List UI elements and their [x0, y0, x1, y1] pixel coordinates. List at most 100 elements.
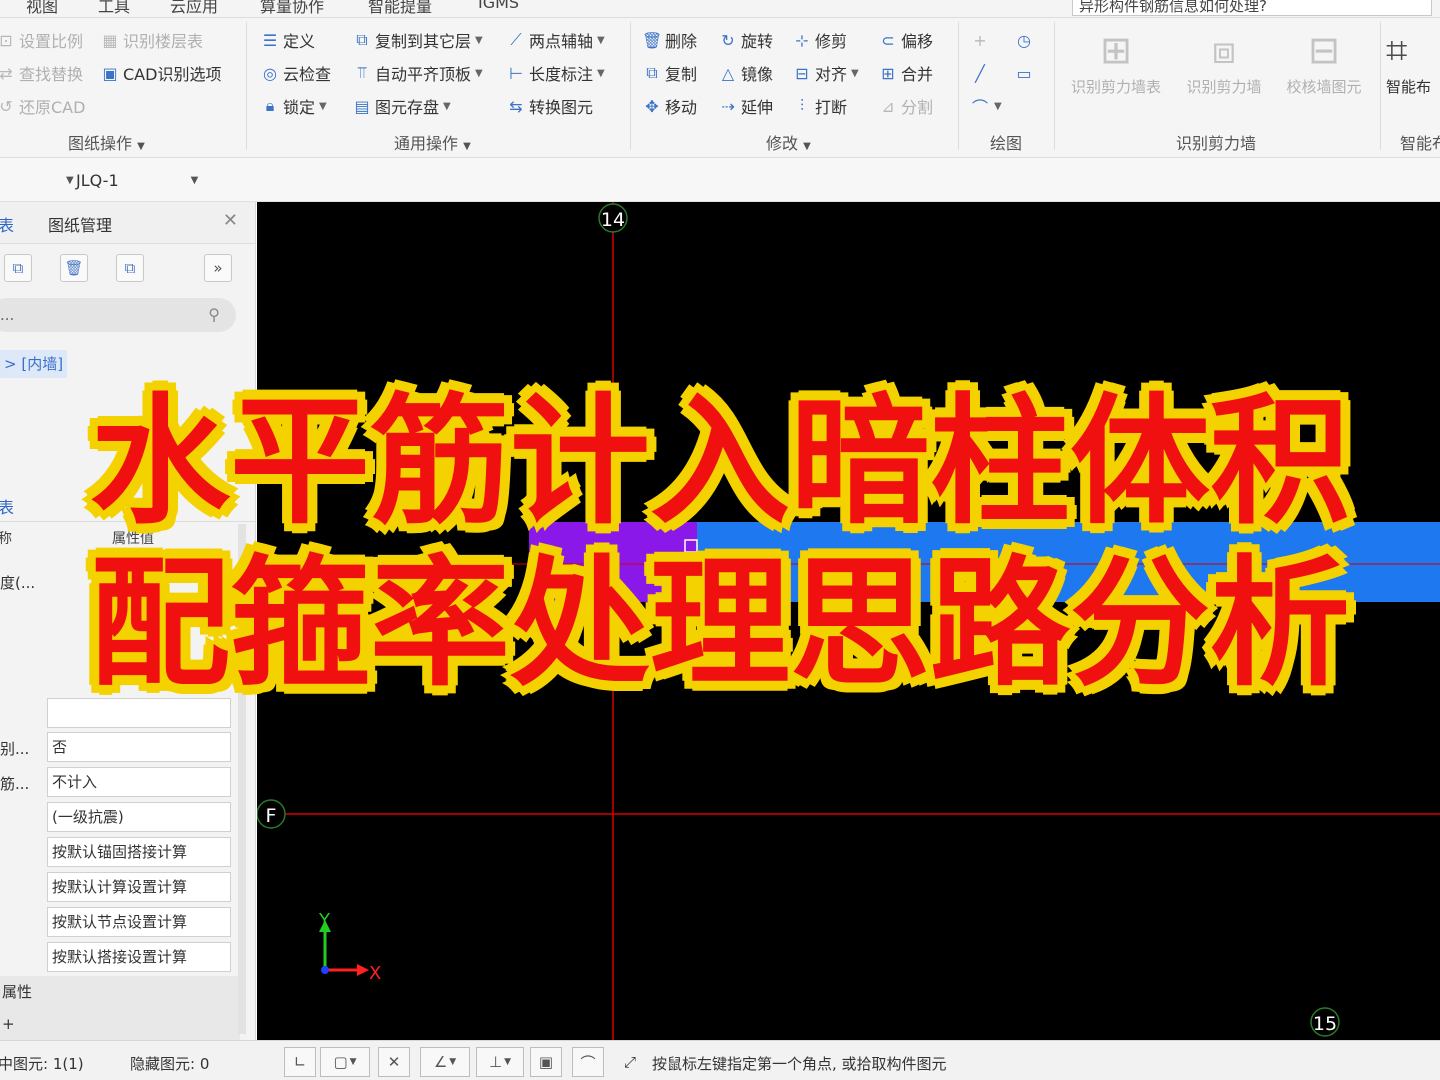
- ribbon-divider: [1380, 22, 1381, 150]
- line-icon: ╱: [975, 63, 985, 83]
- ribbon-divider: [958, 22, 959, 150]
- restore-cad-button[interactable]: ↺ 还原CAD: [0, 94, 85, 118]
- find-replace-button[interactable]: ⇄ 查找替换: [0, 61, 83, 85]
- element-save-button[interactable]: ▤ 图元存盘 ▼: [352, 94, 450, 118]
- column-end-element[interactable]: [613, 522, 697, 602]
- wall-identify-icon: ⧈: [1211, 28, 1237, 72]
- close-icon[interactable]: ✕: [223, 492, 238, 513]
- move-button[interactable]: ✥ 移动: [642, 94, 697, 118]
- point-draw-button[interactable]: +: [970, 28, 990, 52]
- break-button[interactable]: ⫶ 打断: [792, 94, 847, 118]
- scrollbar[interactable]: [238, 524, 246, 1034]
- offset-button[interactable]: ⊂ 偏移: [878, 28, 933, 52]
- property-row[interactable]: 按默认节点设置计算: [0, 905, 240, 939]
- replace-icon: ⇄: [0, 63, 13, 83]
- split-icon: ⊿: [881, 96, 895, 116]
- search-icon: ⚲: [208, 305, 220, 324]
- angle-snap-icon[interactable]: ∠ ▼: [420, 1047, 470, 1077]
- status-bar: 中图元: 1(1) 隐藏图元: 0 ∟ ▢ ▼ ✕ ∠ ▼ ⊥ ▼ ▣ ⌒ ⤢ 按鼠标…: [0, 1040, 1440, 1080]
- align-button[interactable]: ⊟ 对齐 ▼: [792, 61, 858, 85]
- ribbon-divider: [630, 22, 631, 150]
- group-label-drawing-ops[interactable]: 图纸操作 ▼: [68, 130, 145, 154]
- property-row[interactable]: 别... 否: [0, 730, 240, 764]
- element-search-input[interactable]: ... ⚲: [0, 298, 236, 332]
- property-row[interactable]: 按默认搭接设置计算: [0, 940, 240, 974]
- circle-draw-button[interactable]: ◷: [1014, 28, 1034, 52]
- identify-wall-button[interactable]: ⧈ 识别剪力墙: [1176, 24, 1272, 97]
- ortho-toggle-icon[interactable]: ∟: [284, 1047, 316, 1077]
- help-search-input[interactable]: 异形构件钢筋信息如何处理?: [1072, 0, 1432, 16]
- mirror-icon: △: [721, 63, 735, 83]
- cloud-check-button[interactable]: ◎ 云检查: [260, 61, 331, 85]
- menu-igms[interactable]: IGMS: [478, 0, 519, 12]
- section-attributes[interactable]: 属性: [0, 976, 240, 1008]
- group-label-general-ops[interactable]: 通用操作 ▼: [394, 130, 471, 154]
- cross-select-icon[interactable]: ✕: [378, 1047, 410, 1077]
- more-icon[interactable]: »: [204, 254, 232, 282]
- tab-element-list[interactable]: 表: [0, 212, 14, 236]
- tab-properties[interactable]: 表: [0, 494, 14, 518]
- menu-cloud[interactable]: 云应用: [170, 0, 218, 17]
- copy-icon[interactable]: ⧉: [116, 254, 144, 282]
- define-button[interactable]: ☰ 定义: [260, 28, 315, 52]
- copy-button[interactable]: ⧉ 复制: [642, 61, 697, 85]
- cad-options-button[interactable]: ▣ CAD识别选项: [100, 61, 221, 85]
- section-more[interactable]: +: [0, 1008, 240, 1040]
- copy-to-floor-button[interactable]: ⧉ 复制到其它层 ▼: [352, 28, 482, 52]
- property-row[interactable]: (一级抗震): [0, 800, 240, 834]
- smart-layout-button[interactable]: ⌗ 智能布: [1386, 24, 1440, 97]
- auto-flush-top-button[interactable]: ⫪ 自动平齐顶板 ▼: [352, 61, 482, 85]
- chevron-down-icon: ▼: [66, 174, 74, 186]
- element-name-dropdown[interactable]: JLQ-1 ▼: [76, 168, 198, 192]
- identify-floors-button[interactable]: ▦ 识别楼层表: [100, 28, 203, 52]
- ribbon: ⊡ 设置比例 ▦ 识别楼层表 ⇄ 查找替换 ▣ CAD识别选项 ↺ 还原CAD 图纸操作 …: [0, 18, 1440, 158]
- element-type-dropdown[interactable]: ▼: [56, 168, 74, 192]
- split-button[interactable]: ⊿ 分割: [878, 94, 933, 118]
- drawing-canvas[interactable]: 14 F 15 X Y: [257, 202, 1440, 1040]
- new-element-icon[interactable]: ⧉: [4, 254, 32, 282]
- group-label-modify[interactable]: 修改 ▼: [766, 130, 811, 154]
- close-icon[interactable]: ✕: [223, 210, 238, 231]
- set-scale-button[interactable]: ⊡ 设置比例: [0, 28, 83, 52]
- rotate-button[interactable]: ↻ 旋转: [718, 28, 773, 52]
- length-dim-button[interactable]: ⊢ 长度标注 ▼: [506, 61, 605, 85]
- extend-button[interactable]: ⇢ 延伸: [718, 94, 773, 118]
- check-wall-icon: ⊟: [1308, 28, 1340, 72]
- property-row[interactable]: [0, 696, 240, 730]
- restore-icon: ↺: [0, 96, 13, 116]
- arc-toggle-icon[interactable]: ⌒: [572, 1047, 604, 1077]
- hidden-column-element[interactable]: [529, 522, 613, 602]
- trim-button[interactable]: ⊹ 修剪: [792, 28, 847, 52]
- dimension-snap-icon[interactable]: ⊥ ▼: [476, 1047, 524, 1077]
- property-row[interactable]: 按默认计算设置计算: [0, 870, 240, 904]
- delete-button[interactable]: 🗑︎ 删除: [642, 28, 697, 52]
- tab-drawing-management[interactable]: 图纸管理: [48, 212, 112, 236]
- ucs-x-label: X: [369, 963, 381, 984]
- shear-wall-element[interactable]: [613, 522, 1440, 602]
- merge-button[interactable]: ⊞ 合并: [878, 61, 933, 85]
- check-wall-button[interactable]: ⊟ 校核墙图元: [1276, 24, 1372, 97]
- two-point-axis-button[interactable]: ⟋ 两点辅轴 ▼: [506, 28, 604, 52]
- menu-tools[interactable]: 工具: [98, 0, 130, 17]
- property-row[interactable]: 按默认锚固搭接计算: [0, 835, 240, 869]
- rect-draw-button[interactable]: ▭: [1014, 61, 1034, 85]
- menu-view[interactable]: 视图: [26, 0, 58, 17]
- display-toggle-icon[interactable]: ▣: [530, 1047, 562, 1077]
- identify-wall-table-button[interactable]: ⊞ 识别剪力墙表: [1068, 24, 1164, 97]
- line-draw-button[interactable]: ╱: [970, 61, 990, 85]
- menu-collab[interactable]: 算量协作: [260, 0, 324, 17]
- select-box-icon[interactable]: ▢ ▼: [320, 1047, 370, 1077]
- tree-item-inner-wall[interactable]: > [内墙]: [0, 350, 68, 378]
- arc-draw-button[interactable]: ⌒ ▼: [970, 94, 1002, 118]
- group-label-smart-layout: 智能布: [1400, 134, 1440, 153]
- convert-element-button[interactable]: ⇆ 转换图元: [506, 94, 593, 118]
- axis-label-14: 14: [601, 209, 625, 231]
- mirror-button[interactable]: △ 镜像: [718, 61, 773, 85]
- lock-button[interactable]: 🔒︎ 锁定 ▼: [260, 94, 327, 118]
- property-row[interactable]: 度(...: [0, 564, 240, 598]
- menu-smart-quantity[interactable]: 智能提量: [368, 0, 432, 17]
- property-row[interactable]: 筋... 不计入: [0, 765, 240, 799]
- property-tabs: 表 ✕: [0, 486, 255, 522]
- trash-icon[interactable]: 🗑︎: [60, 254, 88, 282]
- trim-icon: ⊹: [795, 30, 809, 50]
